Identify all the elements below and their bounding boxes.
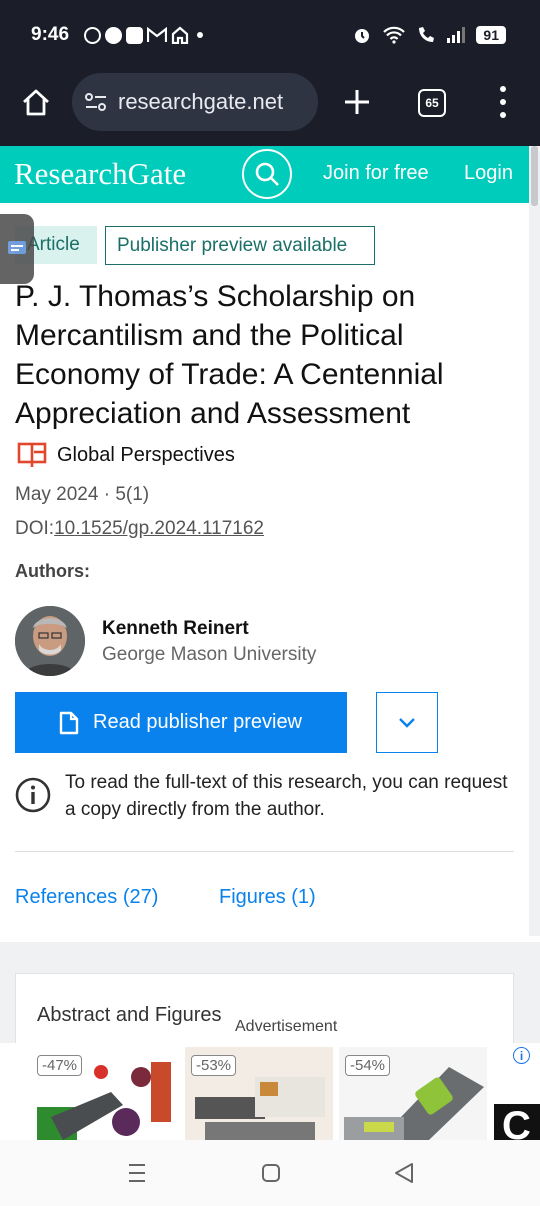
floating-chat-widget[interactable] bbox=[0, 214, 34, 284]
author-name[interactable]: Kenneth Reinert bbox=[102, 618, 249, 640]
status-bar: 9:46 91 bbox=[0, 0, 540, 70]
home-icon[interactable] bbox=[20, 87, 52, 119]
ad-info-icon[interactable]: i bbox=[513, 1047, 530, 1064]
chat-icon bbox=[8, 241, 26, 254]
journal-name[interactable]: Global Perspectives bbox=[57, 444, 235, 467]
journal-info: Global Perspectives bbox=[17, 442, 235, 468]
page-scrollbar[interactable] bbox=[529, 146, 540, 936]
info-icon bbox=[15, 777, 51, 813]
search-icon bbox=[255, 162, 279, 186]
preview-available-badge: Publisher preview available bbox=[105, 226, 375, 265]
author-avatar[interactable] bbox=[15, 606, 85, 676]
request-copy-text: To read the full-text of this research, … bbox=[65, 772, 508, 820]
chevron-down-icon bbox=[399, 717, 415, 728]
messenger-icon bbox=[126, 26, 143, 44]
alarm-icon bbox=[355, 29, 370, 43]
login-link[interactable]: Login bbox=[464, 162, 513, 185]
doi-line: DOI:10.1525/gp.2024.117162 bbox=[15, 518, 264, 540]
journal-book-icon bbox=[17, 442, 47, 467]
discount-badge: -47% bbox=[37, 1055, 83, 1076]
author-institution: George Mason University bbox=[102, 644, 317, 665]
wifi-calling-icon bbox=[419, 27, 435, 42]
join-link[interactable]: Join for free bbox=[323, 162, 429, 185]
doi-link[interactable]: 10.1525/gp.2024.117162 bbox=[54, 518, 264, 539]
article-title: P. J. Thomas’s Scholarship on Mercantili… bbox=[15, 280, 444, 430]
discount-badge: -54% bbox=[345, 1055, 391, 1076]
scrollbar-thumb[interactable] bbox=[531, 146, 538, 206]
doi-prefix: DOI: bbox=[15, 518, 55, 539]
section-divider bbox=[15, 851, 514, 852]
address-bar[interactable]: researchgate.net bbox=[72, 73, 318, 131]
author-photo bbox=[15, 606, 85, 676]
battery-level: 91 bbox=[476, 26, 506, 44]
wifi-icon bbox=[383, 26, 406, 44]
abstract-heading: Abstract and Figures bbox=[37, 1004, 222, 1026]
ad-product-3[interactable]: -54% bbox=[339, 1047, 487, 1140]
overflow-menu-icon[interactable] bbox=[497, 86, 509, 118]
site-header: ResearchGate Join for free Login bbox=[0, 146, 529, 203]
signal-icon bbox=[447, 27, 466, 43]
authors-label: Authors: bbox=[15, 561, 90, 581]
recent-apps-icon[interactable] bbox=[127, 1162, 147, 1184]
tab-figures[interactable]: Figures (1) bbox=[219, 886, 316, 909]
home-notification-icon bbox=[171, 26, 189, 44]
gmail-icon bbox=[147, 27, 167, 42]
more-options-dropdown[interactable] bbox=[376, 692, 438, 753]
tab-references[interactable]: References (27) bbox=[15, 886, 158, 909]
more-notifications-icon bbox=[197, 32, 203, 38]
new-tab-icon[interactable] bbox=[342, 87, 372, 117]
url-text: researchgate.net bbox=[118, 89, 284, 114]
browser-toolbar: researchgate.net 65 bbox=[0, 70, 540, 146]
ad-product-1[interactable]: -47% bbox=[31, 1047, 179, 1140]
notification-icons bbox=[84, 26, 203, 44]
home-nav-icon[interactable] bbox=[261, 1163, 281, 1183]
back-icon[interactable] bbox=[393, 1162, 415, 1184]
ad-brand-logo[interactable]: C bbox=[494, 1104, 540, 1140]
discount-badge: -53% bbox=[191, 1055, 237, 1076]
whatsapp-icon bbox=[84, 26, 101, 44]
tab-switcher-button[interactable]: 65 bbox=[418, 89, 446, 117]
publication-date: May 2024 · 5(1) bbox=[15, 484, 150, 505]
search-button[interactable] bbox=[242, 149, 292, 199]
read-preview-button[interactable]: Read publisher preview bbox=[15, 692, 347, 753]
read-preview-label: Read publisher preview bbox=[93, 711, 303, 733]
system-nav-bar bbox=[0, 1140, 540, 1206]
site-settings-icon[interactable] bbox=[84, 92, 108, 112]
request-copy-note: To read the full-text of this research, … bbox=[15, 769, 515, 823]
status-time: 9:46 bbox=[31, 24, 70, 45]
ad-label: Advertisement bbox=[235, 1018, 338, 1035]
system-icons: 91 bbox=[352, 25, 506, 45]
document-icon bbox=[59, 711, 79, 734]
spotify-icon bbox=[105, 26, 122, 44]
site-logo[interactable]: ResearchGate bbox=[14, 156, 186, 192]
ad-product-2[interactable]: -53% bbox=[185, 1047, 333, 1140]
